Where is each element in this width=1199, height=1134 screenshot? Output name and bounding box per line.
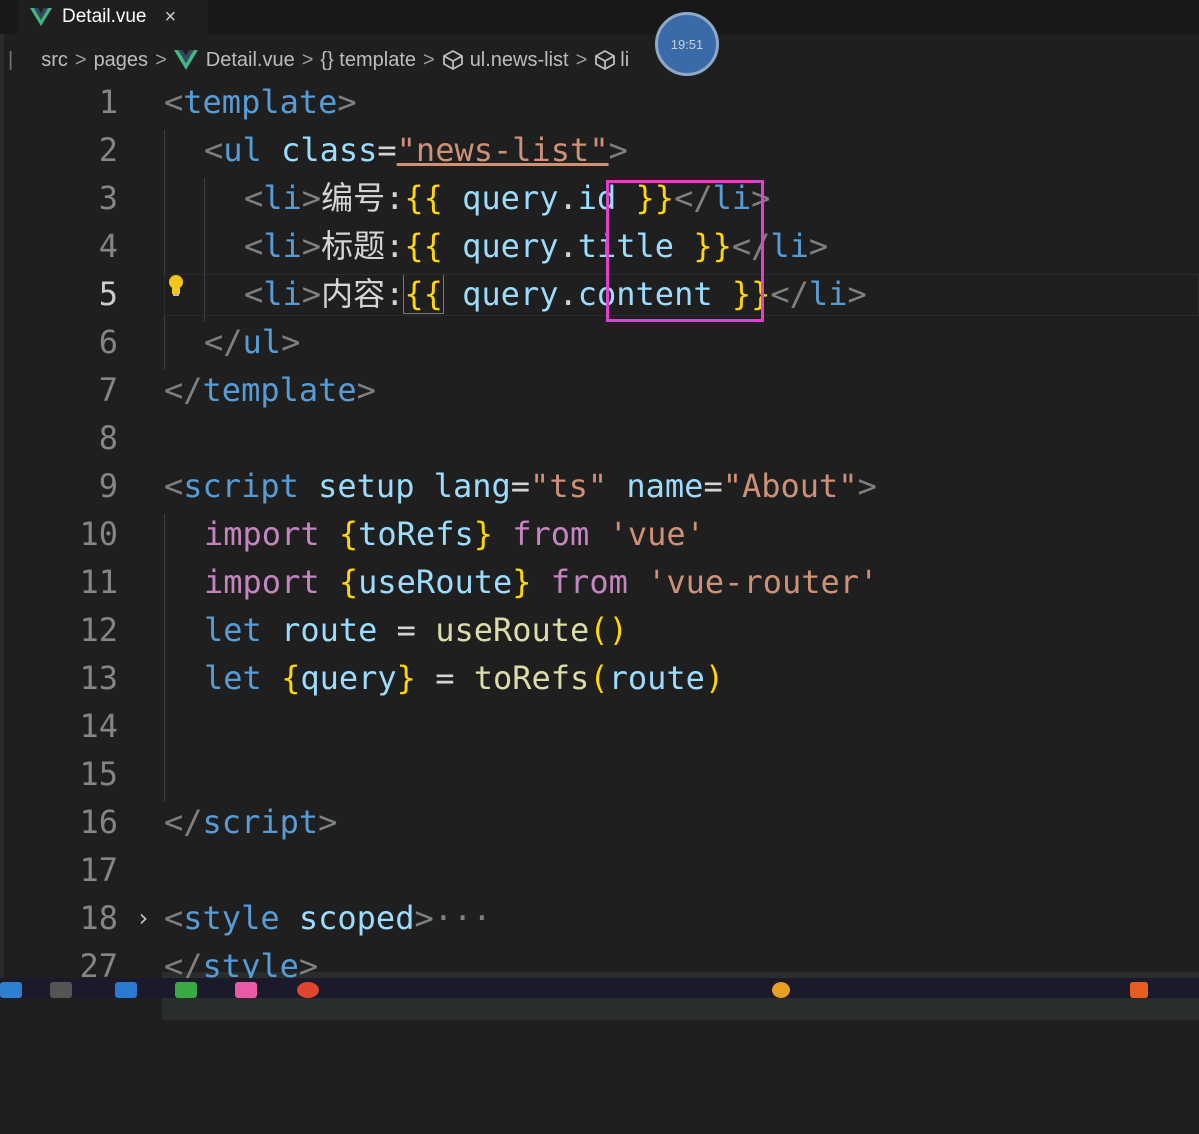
fold-chevron-icon[interactable]: › bbox=[136, 894, 150, 942]
code-line: 8 bbox=[0, 414, 1199, 462]
breadcrumb: | src > pages > Detail.vue > {} template… bbox=[0, 42, 629, 78]
breadcrumb-li[interactable]: li bbox=[620, 49, 629, 72]
tab-detail-vue[interactable]: Detail.vue × bbox=[18, 0, 208, 34]
breadcrumb-template[interactable]: {} template bbox=[320, 49, 416, 72]
line-number: 10 bbox=[79, 515, 118, 553]
code-line: 13 let {query} = toRefs(route) bbox=[0, 654, 1199, 702]
code-line: 7 </template> bbox=[0, 366, 1199, 414]
code-line: 14 bbox=[0, 702, 1199, 750]
breadcrumb-file[interactable]: Detail.vue bbox=[206, 49, 295, 72]
chevron-right-icon: > bbox=[301, 48, 314, 71]
code-line: 15 bbox=[0, 750, 1199, 798]
breadcrumb-ul[interactable]: ul.news-list bbox=[470, 49, 569, 72]
chevron-right-icon: > bbox=[74, 48, 87, 71]
line-number: 11 bbox=[79, 563, 118, 601]
line-number: 16 bbox=[79, 803, 118, 841]
line-number: 15 bbox=[79, 755, 118, 793]
code-line: 3 <li>编号:{{ query.id }}</li> bbox=[0, 174, 1199, 222]
clock-time: 19:51 bbox=[670, 36, 704, 52]
line-number: 9 bbox=[98, 467, 118, 505]
line-number: 18 bbox=[79, 899, 118, 937]
taskbar-app-icon[interactable] bbox=[235, 982, 257, 998]
line-number: 4 bbox=[98, 227, 118, 265]
clock-overlay: 19:51 bbox=[655, 12, 719, 76]
vue-icon bbox=[30, 8, 52, 26]
lightbulb-icon[interactable] bbox=[168, 274, 184, 303]
line-number: 3 bbox=[98, 179, 118, 217]
cube-icon bbox=[595, 49, 616, 71]
line-number: 12 bbox=[79, 611, 118, 649]
line-number: 14 bbox=[79, 707, 118, 745]
line-number: 6 bbox=[98, 323, 118, 361]
taskbar-app-icon[interactable] bbox=[175, 982, 197, 998]
code-line: 12 let route = useRoute() bbox=[0, 606, 1199, 654]
code-line: 1 <template> bbox=[0, 78, 1199, 126]
code-line: 2 <ul class="news-list"> bbox=[0, 126, 1199, 174]
taskbar-app-icon[interactable] bbox=[0, 982, 22, 998]
tray-app-icon[interactable] bbox=[1130, 982, 1148, 998]
annotation-highlight-box bbox=[606, 180, 764, 322]
code-line: 9 <script setup lang="ts" name="About"> bbox=[0, 462, 1199, 510]
line-number: 13 bbox=[79, 659, 118, 697]
taskbar-browser-icon[interactable] bbox=[297, 982, 319, 998]
code-line: 16 </script> bbox=[0, 798, 1199, 846]
line-number: 2 bbox=[98, 131, 118, 169]
taskbar-vscode-icon[interactable] bbox=[115, 982, 137, 998]
line-number: 8 bbox=[98, 419, 118, 457]
code-line: 4 <li>标题:{{ query.title }}</li> bbox=[0, 222, 1199, 270]
code-line: 17 bbox=[0, 846, 1199, 894]
chevron-right-icon: > bbox=[155, 48, 167, 71]
code-editor[interactable]: 1 <template> 2 <ul class="news-list"> 3 … bbox=[0, 78, 1199, 1020]
line-number: 7 bbox=[98, 371, 118, 409]
code-line: 10 import {toRefs} from 'vue' bbox=[0, 510, 1199, 558]
breadcrumb-src[interactable]: src bbox=[41, 49, 68, 72]
code-line-folded: 18 › <style scoped>··· bbox=[0, 894, 1199, 942]
line-number: 17 bbox=[79, 851, 118, 889]
tab-label: Detail.vue bbox=[62, 6, 147, 27]
close-icon[interactable]: × bbox=[165, 6, 177, 29]
chevron-right-icon: > bbox=[575, 48, 588, 71]
cube-icon bbox=[442, 49, 463, 71]
vue-icon bbox=[173, 50, 198, 70]
line-number: 5 bbox=[98, 275, 118, 313]
editor-tab-bar: Detail.vue × bbox=[0, 0, 1199, 34]
breadcrumb-edge: | bbox=[8, 48, 14, 71]
taskbar-terminal-icon[interactable] bbox=[50, 982, 72, 998]
code-line: 6 </ul> bbox=[0, 318, 1199, 366]
fold-ellipsis[interactable]: ··· bbox=[434, 899, 492, 937]
line-number: 1 bbox=[98, 83, 118, 121]
tray-weather-icon[interactable] bbox=[772, 982, 790, 998]
chevron-right-icon: > bbox=[423, 48, 435, 71]
breadcrumb-pages[interactable]: pages bbox=[94, 49, 149, 72]
code-line: 11 import {useRoute} from 'vue-router' bbox=[0, 558, 1199, 606]
